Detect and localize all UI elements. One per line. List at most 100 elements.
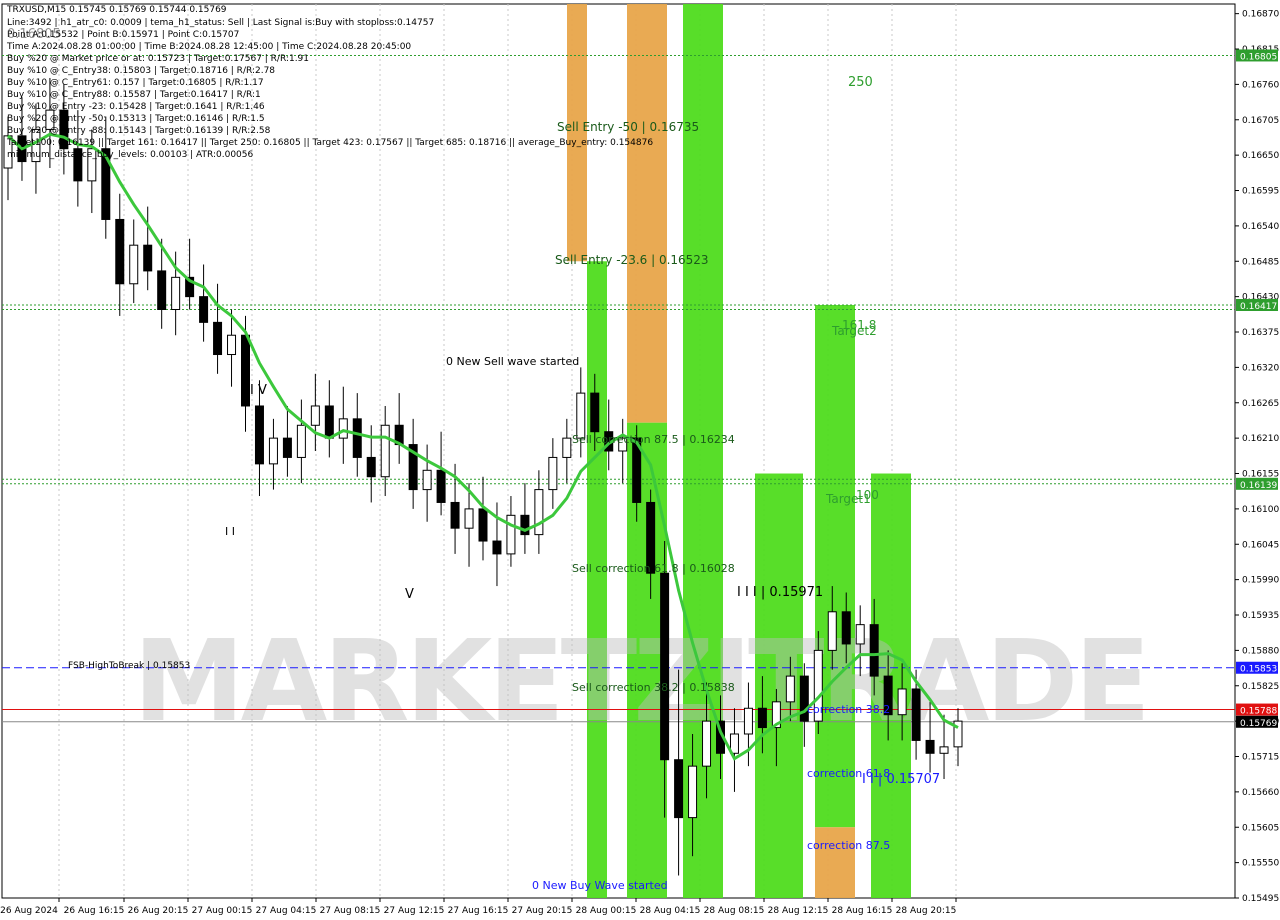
bull-candle	[827, 611, 837, 651]
bull-candle	[702, 720, 712, 767]
bear-candle	[436, 469, 446, 503]
y-axis-tick-label: 0.15495	[1242, 894, 1279, 904]
bear-candle	[352, 418, 362, 458]
bear-candle	[213, 321, 223, 356]
info-line: Time A:2024.08.28 01:00:00 | Time B:2024…	[7, 42, 412, 52]
bull-candle	[743, 707, 753, 735]
x-axis-tick-label: 27 Aug 04:15	[256, 906, 317, 916]
y-axis-tick-label: 0.16595	[1242, 187, 1279, 197]
x-axis-tick-label: 28 Aug 04:15	[640, 906, 701, 916]
chart-label: I I	[225, 525, 235, 538]
bull-candle	[227, 334, 237, 356]
bear-candle	[660, 572, 670, 761]
y-axis-tick-label: 0.16375	[1242, 328, 1279, 338]
x-axis-tick-label: 27 Aug 08:15	[320, 906, 381, 916]
overlay-price: 0.16805	[7, 27, 61, 42]
bear-candle	[115, 218, 125, 285]
bear-candle	[674, 759, 684, 819]
bear-candle	[157, 270, 167, 311]
y-axis-tick-label: 0.15660	[1242, 788, 1279, 798]
x-axis-tick-label: 28 Aug 00:15	[576, 906, 637, 916]
bear-candle	[492, 540, 502, 555]
info-line: minimum_distance_buy_levels: 0.00103 | A…	[7, 150, 254, 160]
chart-label: Target1	[825, 492, 871, 506]
bull-candle	[548, 456, 558, 491]
chart-label: Sell correction 87.5 | 0.16234	[572, 433, 735, 446]
chart-label: Sell Entry -23.6 | 0.16523	[555, 253, 709, 267]
info-line: Line:3492 | h1_atr_c0: 0.0009 | tema_h1_…	[7, 18, 435, 28]
info-line: Buy %20 @ Entry -50: 0.15313 | Target:0.…	[7, 114, 265, 124]
bear-candle	[241, 334, 250, 407]
price-badge-text: 0.15853	[1240, 665, 1277, 675]
bull-candle	[310, 405, 320, 426]
bull-candle	[171, 276, 181, 311]
y-axis-tick-label: 0.16210	[1242, 434, 1279, 444]
bull-candle	[464, 508, 474, 529]
y-axis-tick-label: 0.16485	[1242, 257, 1279, 267]
bull-candle	[338, 418, 348, 439]
x-axis-tick-label: 27 Aug 12:15	[384, 906, 445, 916]
target-zone	[627, 4, 667, 423]
chart-label: correction 87.5	[807, 839, 890, 852]
bear-candle	[590, 392, 600, 433]
bull-candle	[506, 514, 516, 555]
price-badge-text: 0.15769	[1240, 719, 1277, 729]
chart-label: I V	[250, 383, 267, 398]
y-axis-tick-label: 0.15550	[1242, 859, 1279, 869]
y-axis-tick-label: 0.15935	[1242, 611, 1279, 621]
bull-candle	[688, 765, 698, 819]
bull-candle	[129, 244, 139, 285]
chart-label: correction 38.2	[807, 703, 890, 716]
y-axis-tick-label: 0.15880	[1242, 646, 1279, 656]
bear-candle	[478, 508, 488, 542]
y-axis-tick-label: 0.16045	[1242, 540, 1279, 550]
chart-label: I I | 0.15707	[862, 772, 940, 787]
y-axis-tick-label: 0.15990	[1242, 576, 1279, 586]
price-badge-text: 0.15788	[1240, 707, 1277, 717]
info-line: Target100: 0.16139 || Target 161: 0.1641…	[7, 138, 654, 148]
price-badge-text: 0.16139	[1240, 481, 1277, 491]
bull-candle	[268, 437, 278, 465]
bull-candle	[296, 424, 306, 458]
info-line: Buy %20 @ Market price or at: 0.15723 | …	[7, 54, 310, 64]
x-axis-tick-label: 27 Aug 00:15	[192, 906, 253, 916]
bear-candle	[282, 437, 292, 458]
target-zone	[815, 305, 855, 828]
bull-candle	[785, 675, 795, 703]
bear-candle	[254, 405, 264, 465]
bear-candle	[366, 456, 376, 478]
y-axis-tick-label: 0.16320	[1242, 363, 1279, 373]
chart-label: 250	[848, 75, 873, 90]
x-axis-tick-label: 26 Aug 2024	[0, 906, 58, 916]
y-axis-tick-label: 0.16540	[1242, 222, 1279, 232]
chart-label: V	[405, 587, 414, 602]
info-line: Buy %10 @ C_Entry38: 0.15803 | Target:0.…	[7, 66, 276, 76]
x-axis-tick-label: 28 Aug 20:15	[896, 906, 957, 916]
price-badge-text: 0.16805	[1240, 52, 1277, 62]
bull-candle	[855, 624, 865, 645]
y-axis-tick-label: 0.16265	[1242, 399, 1279, 409]
bull-candle	[534, 489, 544, 536]
bull-candle	[380, 424, 390, 478]
bear-candle	[911, 688, 921, 741]
y-axis-tick-label: 0.15715	[1242, 753, 1279, 763]
bear-candle	[757, 707, 767, 729]
chart-label: Sell Entry -50 | 0.16735	[557, 120, 699, 134]
x-axis-tick-label: 26 Aug 20:15	[128, 906, 189, 916]
bear-candle	[199, 296, 209, 323]
trading-chart: MARKETZITRADE 250 Sell Entry -50 | 0.16735…	[0, 0, 1280, 920]
info-line: Buy %10 @ C_Entry61: 0.157 | Target:0.16…	[7, 78, 264, 88]
target-zone	[587, 261, 607, 898]
bear-candle	[450, 501, 460, 529]
x-axis-tick-label: 27 Aug 16:15	[448, 906, 509, 916]
bear-candle	[324, 405, 334, 439]
chart-label: 0 New Sell wave started	[446, 355, 579, 368]
chart-label: 0 New Buy Wave started	[532, 879, 668, 892]
info-line: Buy %10 @ Entry -23: 0.15428 | Target:0.…	[7, 102, 265, 112]
bull-candle	[422, 469, 432, 491]
chart-label: Sell correction 38.2 | 0.15838	[572, 681, 735, 694]
chart-label: Sell correction 61.8 | 0.16028	[572, 562, 735, 575]
chart-label: I I I | 0.15971	[737, 585, 823, 600]
y-axis-tick-label: 0.16100	[1242, 505, 1279, 515]
y-axis-tick-label: 0.15605	[1242, 823, 1279, 833]
